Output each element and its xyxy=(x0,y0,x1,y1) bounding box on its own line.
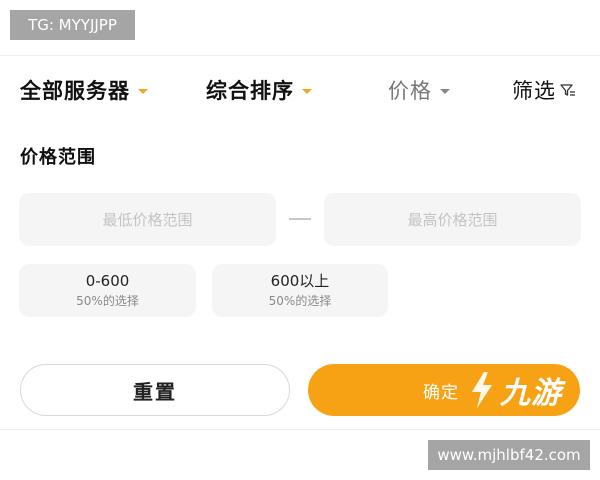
servers-dropdown[interactable]: 全部服务器 xyxy=(20,66,148,114)
chip-share: 50%的选择 xyxy=(76,294,139,308)
price-dropdown[interactable]: 价格 xyxy=(388,66,450,114)
sort-dropdown-label: 综合排序 xyxy=(206,79,294,103)
filter-toggle[interactable]: 筛选 xyxy=(512,66,576,114)
filter-funnel-icon xyxy=(560,84,575,96)
sort-dropdown[interactable]: 综合排序 xyxy=(206,66,312,114)
filter-panel: TG: MYYJJPP 全部服务器 综合排序 价格 筛选 价格范围 0-600 xyxy=(0,0,600,430)
chip-share: 50%的选择 xyxy=(268,294,332,308)
lightning-logo-icon xyxy=(472,372,492,408)
chip-range: 600以上 xyxy=(270,272,330,290)
servers-dropdown-label: 全部服务器 xyxy=(20,79,130,103)
caret-down-icon xyxy=(138,88,148,94)
chip-range: 0-600 xyxy=(85,272,130,290)
logo-text: 九游 xyxy=(500,376,562,411)
range-separator xyxy=(289,218,311,220)
min-price-input[interactable] xyxy=(19,193,276,246)
price-range-title: 价格范围 xyxy=(20,147,96,168)
jiuyou-logo: 九游 xyxy=(468,367,562,413)
price-chip-0-600[interactable]: 0-600 50%的选择 xyxy=(19,264,196,317)
tg-watermark: TG: MYYJJPP xyxy=(10,10,135,40)
url-watermark: www.mjhlbf42.com xyxy=(428,440,590,470)
reset-button[interactable]: 重置 xyxy=(20,364,290,416)
max-price-input[interactable] xyxy=(324,193,581,246)
caret-down-icon xyxy=(302,88,312,94)
price-chip-600-plus[interactable]: 600以上 50%的选择 xyxy=(212,264,388,317)
caret-down-icon xyxy=(440,88,450,94)
price-dropdown-label: 价格 xyxy=(388,79,432,103)
filter-toggle-label: 筛选 xyxy=(512,79,556,103)
header-divider xyxy=(0,55,600,56)
filter-bar: 全部服务器 综合排序 价格 筛选 xyxy=(0,66,600,114)
